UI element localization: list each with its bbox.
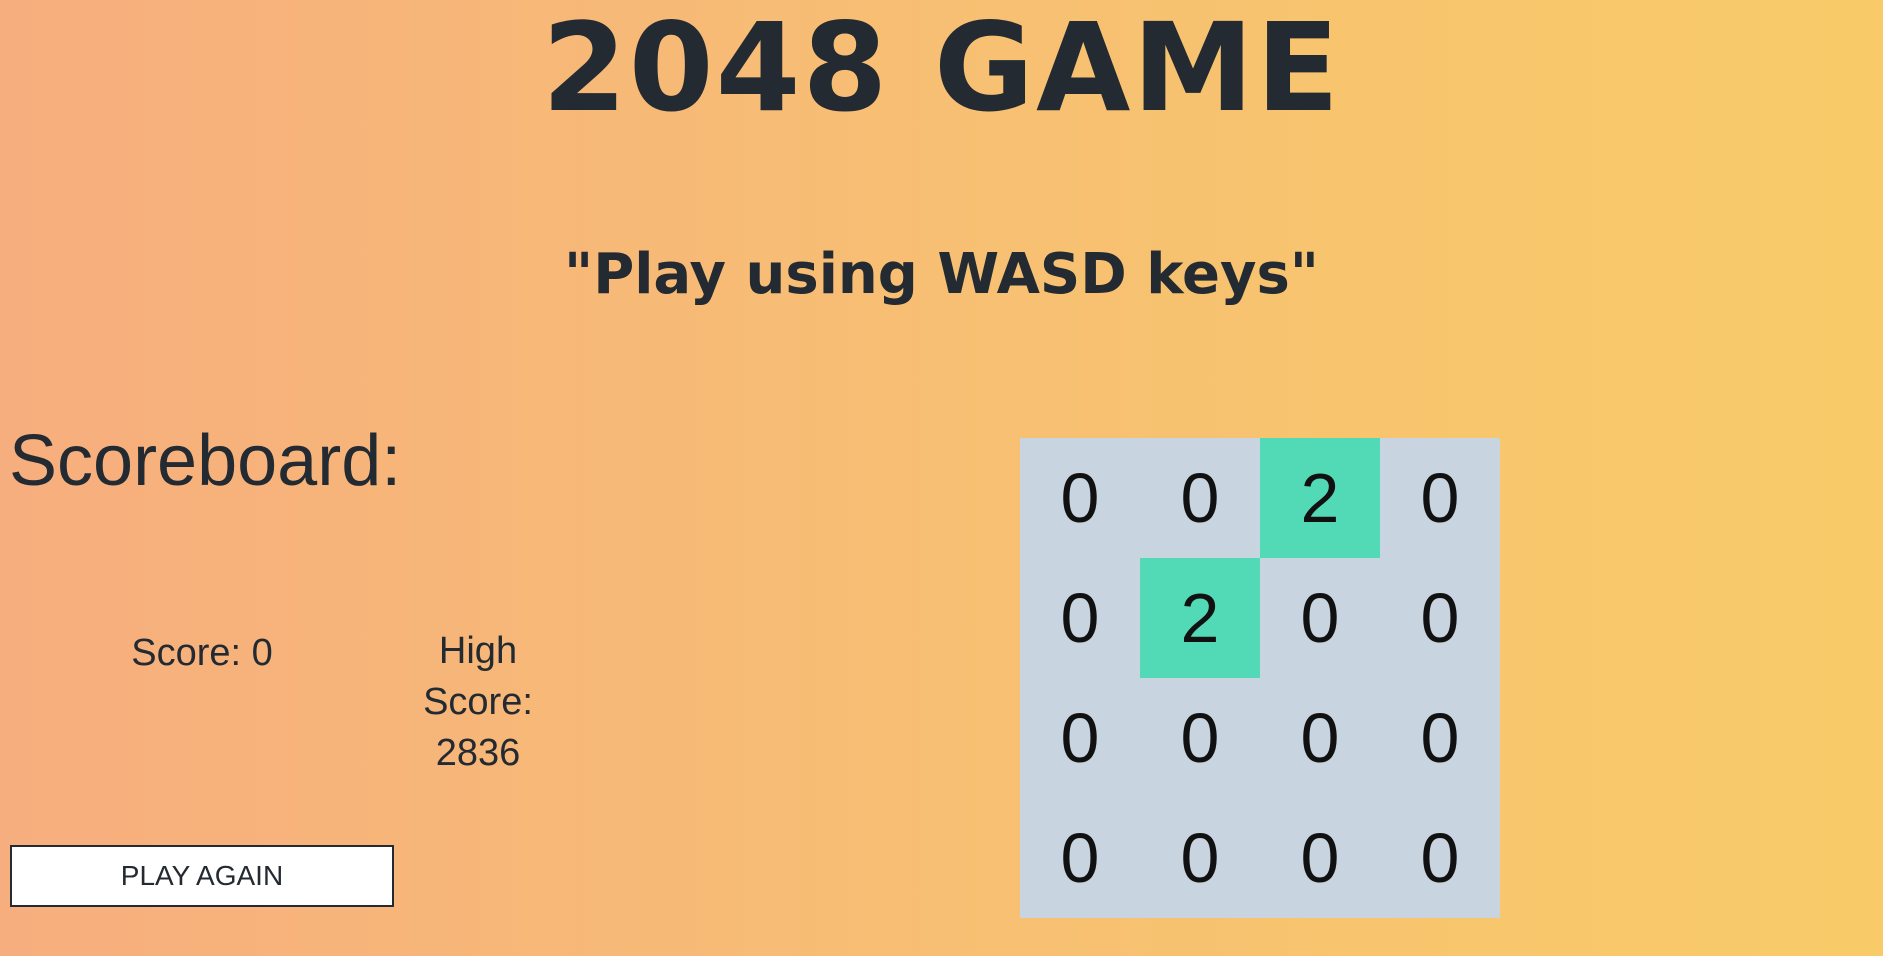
board-tile: 0: [1060, 579, 1100, 657]
board-tile: 0: [1300, 819, 1340, 897]
board-tile: 0: [1420, 579, 1460, 657]
board-tile: 0: [1420, 819, 1460, 897]
board-tile: 0: [1060, 459, 1100, 537]
board-tile: 0: [1180, 819, 1220, 897]
high-score: High Score: 2836: [423, 630, 533, 774]
board-tile: 0: [1300, 699, 1340, 777]
board-tile: 0: [1060, 699, 1100, 777]
game-title: 2048 GAME: [541, 0, 1342, 139]
board-tile: 2: [1260, 438, 1380, 558]
board-tile: 0: [1300, 579, 1340, 657]
game-board[interactable]: 0 0 2 0 0 2 0 0 0 0 0 0 0 0 0 0: [1020, 438, 1500, 918]
scoreboard-title: Scoreboard:: [9, 421, 402, 501]
play-again-button[interactable]: PLAY AGAIN: [10, 845, 394, 907]
instructions-text: "Play using WASD keys": [564, 242, 1319, 307]
board-tile: 0: [1060, 819, 1100, 897]
board-tile: 0: [1180, 699, 1220, 777]
board-tile: 0: [1420, 459, 1460, 537]
current-score: Score: 0: [131, 632, 273, 674]
board-tile: 0: [1420, 699, 1460, 777]
board-tile: 0: [1180, 459, 1220, 537]
board-tile: 2: [1140, 558, 1260, 678]
